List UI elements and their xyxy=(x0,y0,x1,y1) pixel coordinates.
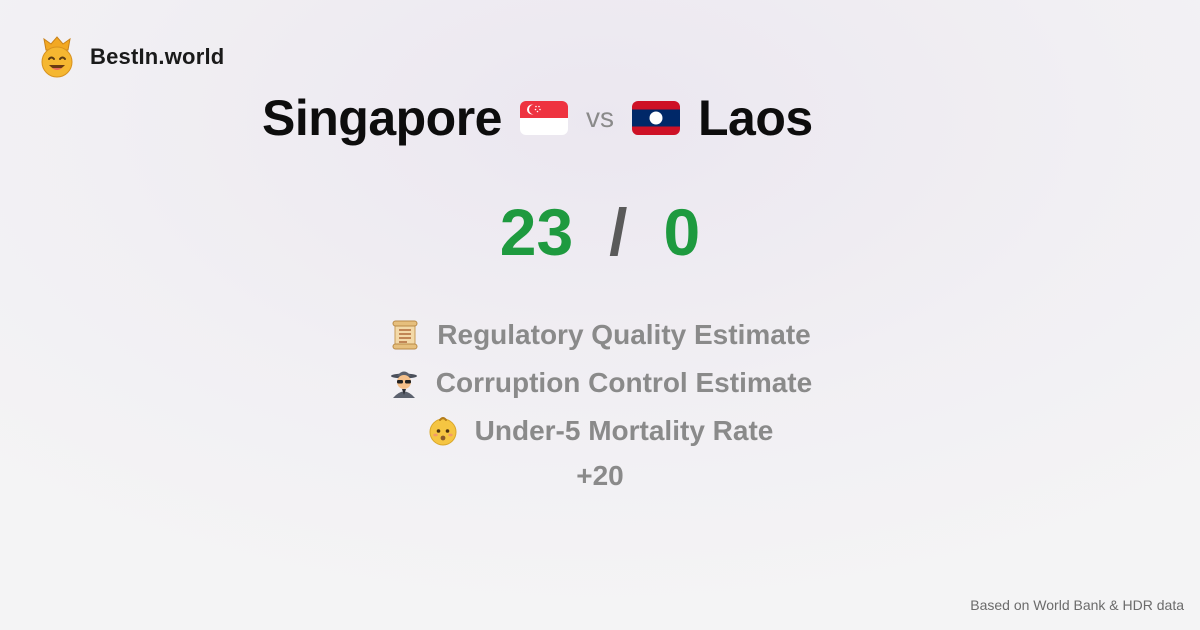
metric-label: Regulatory Quality Estimate xyxy=(437,319,811,350)
laos-flag-icon xyxy=(631,101,680,135)
score-separator: / xyxy=(609,195,628,269)
brand-name: BestIn.world xyxy=(90,44,225,69)
metric-label: Under-5 Mortality Rate xyxy=(474,415,774,446)
right-country-name: Laos xyxy=(697,90,813,146)
comparison-title: Singapore vs Laos xyxy=(262,88,813,148)
vs-label: vs xyxy=(585,102,614,133)
scroll-icon xyxy=(392,320,418,350)
metric-item: Regulatory Quality Estimate xyxy=(0,315,1200,355)
left-score: 23 xyxy=(499,195,574,269)
metric-item: Corruption Control Estimate xyxy=(0,363,1200,403)
baby-icon xyxy=(429,417,457,446)
right-score: 0 xyxy=(663,195,701,269)
left-country-name: Singapore xyxy=(262,90,502,146)
more-metrics-count[interactable]: +20 xyxy=(0,460,1200,492)
metric-item: Under-5 Mortality Rate xyxy=(0,411,1200,451)
singapore-flag-icon xyxy=(519,101,568,135)
crown-smiley-icon xyxy=(41,36,73,78)
spy-icon xyxy=(390,371,417,398)
score: 23 / 0 xyxy=(0,192,1200,272)
data-source-note: Based on World Bank & HDR data xyxy=(970,597,1184,613)
metric-label: Corruption Control Estimate xyxy=(435,367,813,398)
brand[interactable]: BestIn.world xyxy=(38,36,224,78)
